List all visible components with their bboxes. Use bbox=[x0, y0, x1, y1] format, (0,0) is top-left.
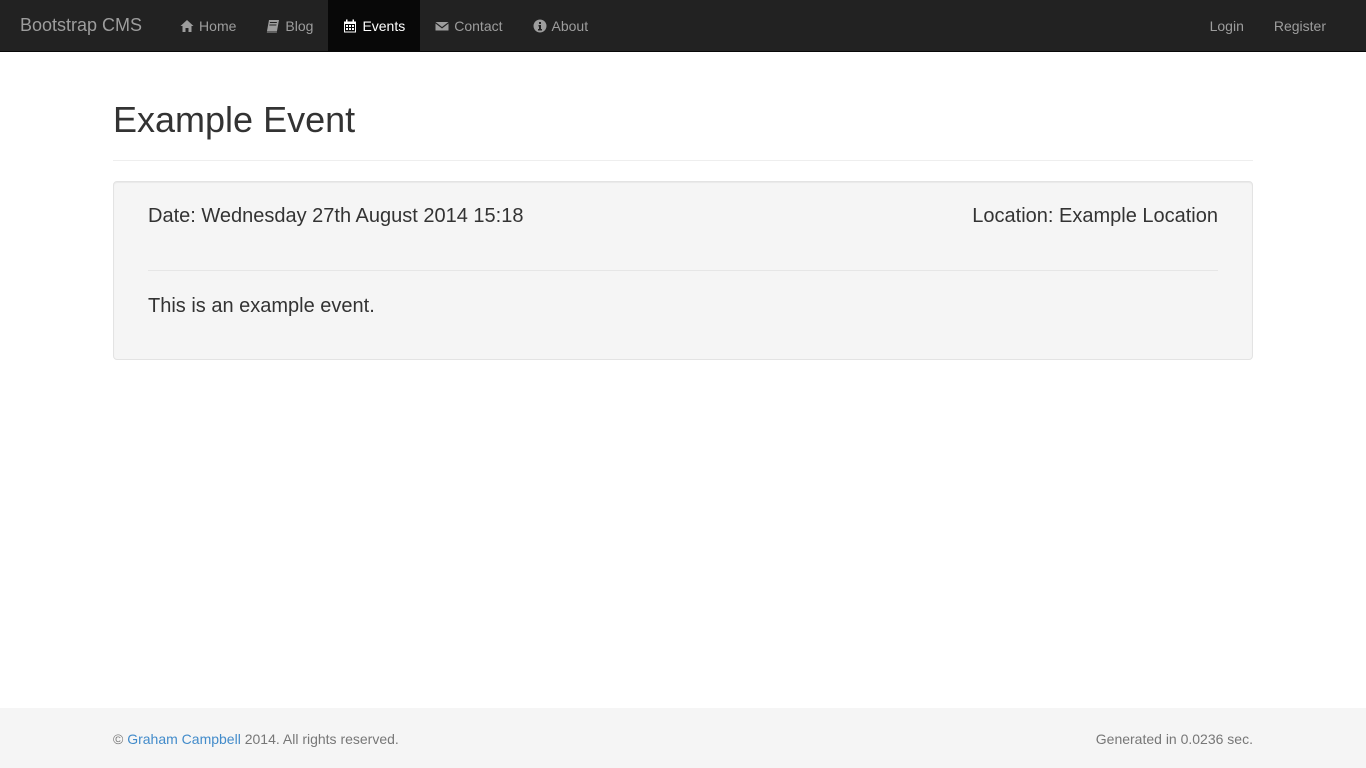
event-location: Location: Example Location bbox=[972, 205, 1218, 227]
event-date: Date: Wednesday 27th August 2014 15:18 bbox=[148, 205, 524, 227]
nav-item-about[interactable]: About bbox=[518, 0, 604, 51]
book-icon bbox=[266, 19, 280, 33]
home-icon bbox=[180, 19, 194, 33]
generated-time: Generated in 0.0236 sec. bbox=[1095, 731, 1253, 747]
event-panel: Date: Wednesday 27th August 2014 15:18 L… bbox=[113, 181, 1253, 360]
info-icon bbox=[533, 19, 547, 33]
calendar-icon bbox=[343, 19, 357, 33]
nav-item-home[interactable]: Home bbox=[165, 0, 251, 51]
divider bbox=[148, 270, 1218, 271]
nav-item-label: Contact bbox=[454, 17, 503, 34]
author-link[interactable]: Graham Campbell bbox=[127, 731, 241, 747]
nav-right: Login Register bbox=[1195, 0, 1341, 51]
page-header: Example Event bbox=[113, 100, 1253, 161]
rights-text: 2014. All rights reserved. bbox=[244, 731, 399, 747]
top-navbar: Bootstrap CMS Home Blog Events Contact A… bbox=[0, 0, 1366, 52]
page-title: Example Event bbox=[113, 99, 356, 140]
nav-item-label: Blog bbox=[285, 17, 314, 34]
footer-inner: © Graham Campbell 2014. All rights reser… bbox=[113, 730, 1253, 748]
copyright: © Graham Campbell 2014. All rights reser… bbox=[113, 730, 399, 748]
nav-item-contact[interactable]: Contact bbox=[420, 0, 517, 51]
nav-item-label: Events bbox=[362, 17, 406, 34]
nav-item-events[interactable]: Events bbox=[328, 0, 421, 51]
register-link[interactable]: Register bbox=[1259, 0, 1341, 51]
copyright-symbol: © bbox=[113, 731, 124, 747]
envelope-icon bbox=[435, 19, 449, 33]
nav-item-label: About bbox=[551, 17, 589, 34]
footer: © Graham Campbell 2014. All rights reser… bbox=[0, 708, 1366, 768]
nav-item-blog[interactable]: Blog bbox=[251, 0, 328, 51]
event-meta: Date: Wednesday 27th August 2014 15:18 L… bbox=[148, 204, 1218, 228]
login-link[interactable]: Login bbox=[1195, 0, 1259, 51]
event-description: This is an example event. bbox=[148, 295, 375, 317]
brand-link[interactable]: Bootstrap CMS bbox=[0, 0, 162, 51]
nav-item-label: Home bbox=[199, 17, 237, 34]
nav-left: Home Blog Events Contact About bbox=[165, 0, 603, 51]
